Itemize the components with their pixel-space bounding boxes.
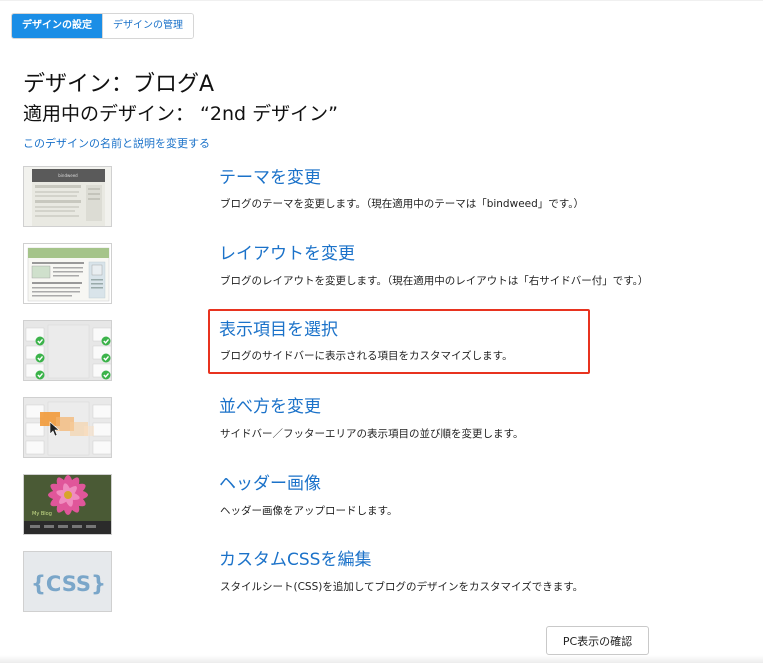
design-tabs: デザインの設定 デザインの管理 [11, 13, 194, 39]
theme-thumbnail-label: bindweed [58, 173, 78, 178]
change-layout-description: ブログのレイアウトを変更します。（現在適用中のレイアウトは「右サイドバー付」です… [220, 275, 649, 287]
reorder-drag-thumbnail[interactable] [23, 397, 112, 458]
change-order-link[interactable]: 並べ方を変更 [219, 396, 321, 418]
header-image-link[interactable]: ヘッダー画像 [219, 473, 321, 495]
css-braces-thumbnail[interactable]: {CSS} [23, 551, 112, 612]
select-display-items-link[interactable]: 表示項目を選択 [219, 319, 338, 341]
page-title: デザイン：ブログA [23, 72, 215, 97]
edit-custom-css-description: スタイルシート(CSS)を追加してブログのデザインをカスタマイズできます。 [220, 581, 584, 593]
tab-design-settings[interactable]: デザインの設定 [12, 14, 102, 38]
widgets-checklist-thumbnail[interactable] [23, 320, 112, 381]
tab-design-manage[interactable]: デザインの管理 [102, 14, 193, 38]
select-display-items-description: ブログのサイドバーに表示される項目をカスタマイズします。 [220, 350, 513, 362]
change-theme-link[interactable]: テーマを変更 [219, 167, 321, 189]
css-thumbnail-label: {CSS} [31, 572, 106, 596]
change-layout-link[interactable]: レイアウトを変更 [219, 243, 355, 265]
theme-thumbnail[interactable]: bindweed [23, 166, 112, 227]
layout-thumbnail[interactable] [23, 243, 112, 304]
top-divider [0, 0, 763, 1]
header-image-description: ヘッダー画像をアップロードします。 [220, 505, 398, 517]
bottom-shadow [0, 655, 763, 663]
applied-design-title: 適用中のデザイン： “2nd デザイン” [23, 103, 338, 125]
change-order-description: サイドバー／フッターエリアの表示項目の並び順を変更します。 [220, 428, 524, 440]
header-thumbnail-label: My Blog [32, 511, 52, 517]
pc-preview-button[interactable]: PC表示の確認 [546, 626, 649, 655]
edit-custom-css-link[interactable]: カスタムCSSを編集 [219, 549, 371, 571]
design-settings-page: デザインの設定 デザインの管理 デザイン：ブログA 適用中のデザイン： “2nd… [0, 0, 763, 663]
header-flower-thumbnail[interactable]: My Blog [23, 474, 112, 535]
rename-design-link[interactable]: このデザインの名前と説明を変更する [23, 135, 210, 151]
change-theme-description: ブログのテーマを変更します。（現在適用中のテーマは「bindweed」です。） [220, 198, 584, 210]
